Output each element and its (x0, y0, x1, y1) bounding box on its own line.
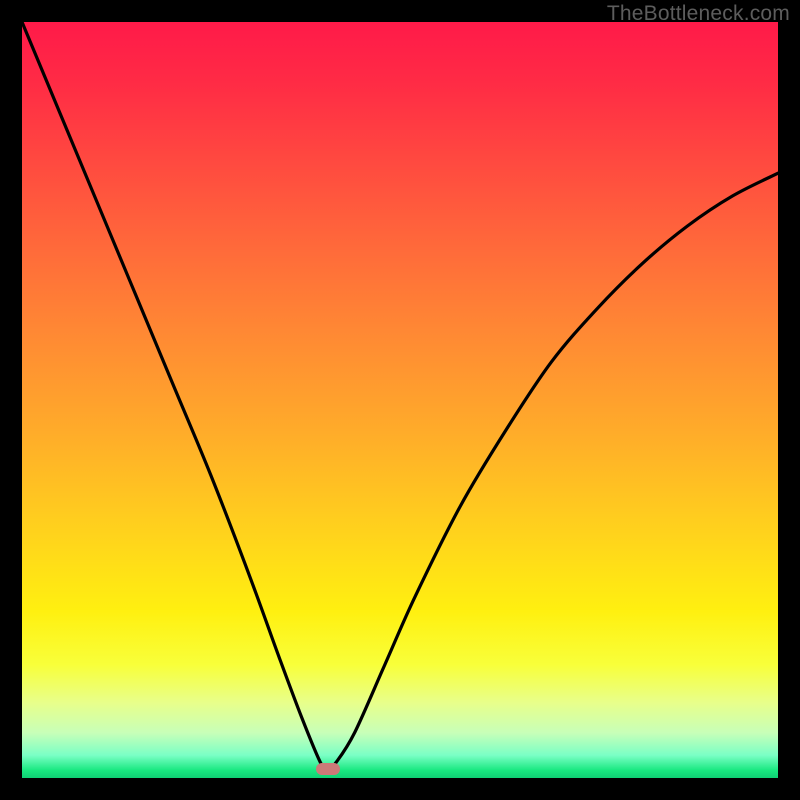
watermark-text: TheBottleneck.com (607, 2, 790, 26)
optimal-marker (316, 763, 340, 775)
frame-border-left (0, 0, 22, 800)
plot-area (22, 22, 778, 778)
bottleneck-curve (22, 22, 778, 769)
frame-border-right (778, 0, 800, 800)
curve-svg (22, 22, 778, 778)
frame-border-bottom (0, 778, 800, 800)
